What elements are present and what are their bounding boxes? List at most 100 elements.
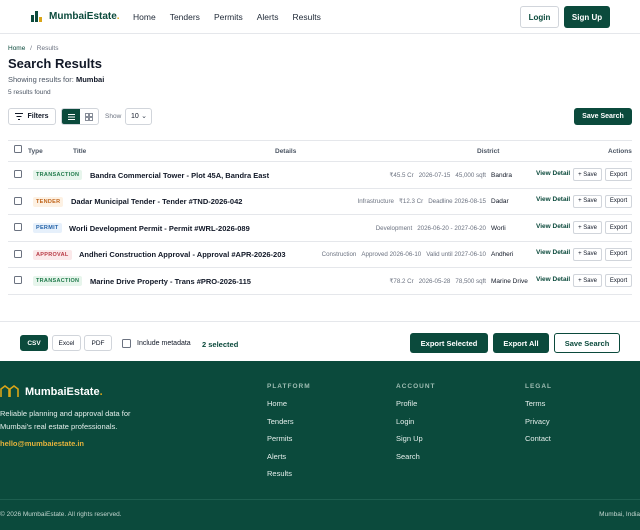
save-row-button[interactable]: + Save bbox=[573, 247, 602, 261]
footer-col-account: ACCOUNT Profile Login Sign Up Search bbox=[396, 383, 436, 469]
footer-link-signup[interactable]: Sign Up bbox=[396, 434, 436, 452]
row-checkbox[interactable] bbox=[14, 196, 22, 205]
type-badge-transaction: TRANSACTION bbox=[33, 276, 83, 286]
site-header: MumbaiEstate. Home Tenders Permits Alert… bbox=[0, 0, 640, 34]
breadcrumb-separator: / bbox=[30, 45, 32, 52]
site-footer: MumbaiEstate. Reliable planning and appr… bbox=[0, 361, 640, 530]
footer-location: Mumbai, India bbox=[599, 511, 640, 518]
row-district: Bandra bbox=[491, 171, 512, 179]
login-button[interactable]: Login bbox=[520, 6, 559, 28]
footer-link-profile[interactable]: Profile bbox=[396, 399, 436, 417]
view-detail-link[interactable]: View Detail bbox=[536, 196, 570, 203]
breadcrumb-current: Results bbox=[36, 45, 59, 52]
export-row-button[interactable]: Export bbox=[605, 274, 632, 287]
export-row-button[interactable]: Export bbox=[605, 221, 632, 234]
export-row-button[interactable]: Export bbox=[605, 247, 632, 261]
save-search-button[interactable]: Save Search bbox=[574, 108, 632, 125]
footer-link-search[interactable]: Search bbox=[396, 452, 436, 470]
detail-category: Infrastructure bbox=[357, 198, 394, 205]
detail-price: ₹12.3 Cr bbox=[398, 198, 424, 205]
breadcrumb-home[interactable]: Home bbox=[8, 45, 25, 52]
include-metadata-checkbox[interactable] bbox=[122, 339, 131, 348]
save-search-bottom-button[interactable]: Save Search bbox=[554, 333, 620, 353]
column-type: Type bbox=[28, 148, 43, 155]
column-details: Details bbox=[275, 148, 297, 155]
row-title[interactable]: Marine Drive Property - Trans #PRO-2026-… bbox=[90, 277, 251, 286]
export-selected-button[interactable]: Export Selected bbox=[410, 333, 488, 353]
page-size-select[interactable]: 10 ⌄ bbox=[125, 108, 152, 125]
format-pdf-button[interactable]: PDF bbox=[84, 335, 112, 351]
column-actions: Actions bbox=[608, 148, 632, 155]
signup-button[interactable]: Sign Up bbox=[564, 6, 610, 28]
export-all-button[interactable]: Export All bbox=[493, 333, 549, 353]
bar-chart-icon bbox=[31, 10, 44, 22]
footer-link-terms[interactable]: Terms bbox=[525, 399, 552, 417]
row-title[interactable]: Bandra Commercial Tower - Plot 45A, Band… bbox=[90, 171, 269, 180]
export-row-button[interactable]: Export bbox=[605, 168, 632, 181]
results-table-header: Type Title Details District Actions bbox=[8, 140, 632, 162]
format-excel-button[interactable]: Excel bbox=[52, 335, 81, 351]
grid-view-button[interactable] bbox=[80, 109, 98, 124]
row-checkbox[interactable] bbox=[14, 223, 22, 231]
row-title[interactable]: Andheri Construction Approval - Approval… bbox=[79, 250, 286, 259]
footer-logo[interactable]: MumbaiEstate. bbox=[0, 385, 103, 398]
view-detail-link[interactable]: View Detail bbox=[536, 276, 570, 283]
footer-email-link[interactable]: hello@mumbaiestate.in bbox=[0, 439, 84, 448]
footer-link-login[interactable]: Login bbox=[396, 417, 436, 435]
nav-home[interactable]: Home bbox=[133, 12, 156, 22]
footer-link-results[interactable]: Results bbox=[267, 469, 311, 487]
footer-copyright: © 2026 MumbaiEstate. All rights reserved… bbox=[0, 511, 122, 518]
row-details: ₹45.5 Cr 2026-07-15 45,000 sqft bbox=[384, 172, 486, 179]
footer-link-permits[interactable]: Permits bbox=[267, 434, 311, 452]
type-badge-permit: PERMIT bbox=[33, 223, 62, 233]
save-row-button[interactable]: + Save bbox=[573, 194, 602, 208]
footer-link-home[interactable]: Home bbox=[267, 399, 311, 417]
filters-button[interactable]: Filters bbox=[8, 108, 56, 125]
view-toggle bbox=[61, 108, 99, 125]
search-query: Mumbai bbox=[75, 75, 105, 84]
grid-icon bbox=[85, 112, 93, 121]
nav-tenders[interactable]: Tenders bbox=[170, 12, 200, 22]
footer-link-contact[interactable]: Contact bbox=[525, 434, 552, 452]
row-details: ₹78.2 Cr 2026-05-28 78,500 sqft bbox=[384, 278, 486, 285]
save-row-button[interactable]: + Save bbox=[573, 221, 602, 234]
table-row: APPROVAL Andheri Construction Approval -… bbox=[8, 242, 632, 268]
search-query-summary: Showing results for: Mumbai bbox=[8, 75, 104, 84]
row-district: Worli bbox=[491, 224, 506, 232]
detail-area: 78,500 sqft bbox=[455, 277, 486, 285]
breadcrumb: Home / Results bbox=[8, 45, 58, 52]
row-title[interactable]: Worli Development Permit - Permit #WRL-2… bbox=[69, 224, 250, 233]
save-row-button[interactable]: + Save bbox=[573, 168, 602, 181]
select-all-checkbox[interactable] bbox=[14, 145, 22, 153]
footer-link-privacy[interactable]: Privacy bbox=[525, 417, 552, 435]
row-details: Construction Approved 2026-06-10 Valid u… bbox=[317, 251, 486, 258]
nav-alerts[interactable]: Alerts bbox=[257, 12, 279, 22]
filter-icon bbox=[15, 113, 24, 120]
detail-deadline: Deadline 2026-08-15 bbox=[428, 198, 486, 205]
row-checkbox[interactable] bbox=[14, 276, 22, 284]
nav-results[interactable]: Results bbox=[292, 12, 320, 22]
export-row-button[interactable]: Export bbox=[605, 194, 632, 208]
view-detail-link[interactable]: View Detail bbox=[536, 223, 570, 230]
footer-col-title: ACCOUNT bbox=[396, 383, 436, 390]
column-district: District bbox=[477, 148, 500, 155]
row-checkbox[interactable] bbox=[14, 249, 22, 258]
footer-col-title: PLATFORM bbox=[267, 383, 311, 390]
detail-price: ₹45.5 Cr bbox=[389, 171, 414, 179]
row-title[interactable]: Dadar Municipal Tender - Tender #TND-202… bbox=[71, 197, 242, 206]
nav-permits[interactable]: Permits bbox=[214, 12, 243, 22]
footer-link-alerts[interactable]: Alerts bbox=[267, 452, 311, 470]
brand-logo[interactable]: MumbaiEstate. bbox=[31, 10, 120, 22]
include-metadata-label: Include metadata bbox=[137, 340, 191, 347]
view-detail-link[interactable]: View Detail bbox=[536, 170, 570, 177]
save-row-button[interactable]: + Save bbox=[573, 274, 602, 287]
showing-prefix: Showing results for: bbox=[8, 75, 74, 84]
row-checkbox[interactable] bbox=[14, 170, 22, 178]
footer-divider bbox=[0, 499, 640, 500]
format-csv-button[interactable]: CSV bbox=[20, 335, 48, 351]
view-detail-link[interactable]: View Detail bbox=[536, 249, 570, 256]
detail-valid-until: Valid until 2027-06-10 bbox=[426, 251, 486, 258]
column-title: Title bbox=[73, 148, 87, 155]
footer-link-tenders[interactable]: Tenders bbox=[267, 417, 311, 435]
list-view-button[interactable] bbox=[62, 109, 80, 124]
